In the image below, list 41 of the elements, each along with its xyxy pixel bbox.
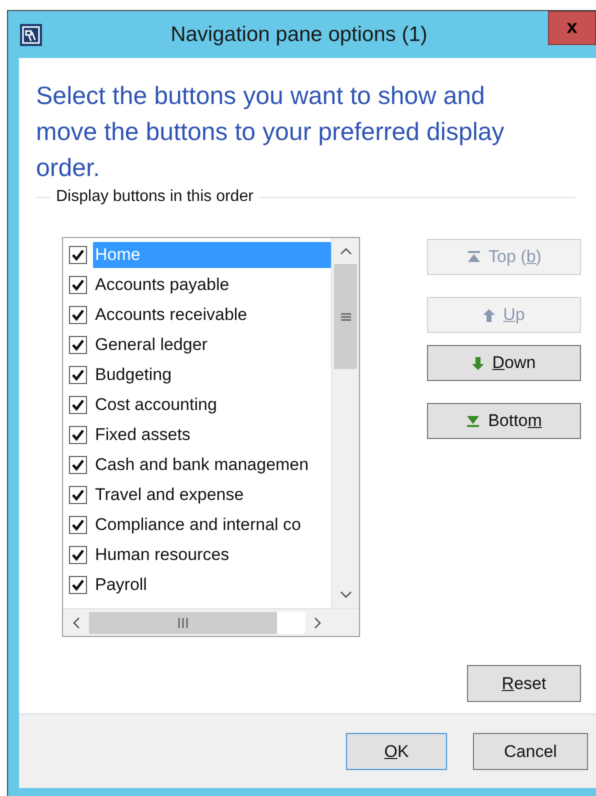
list-item[interactable]: Budgeting xyxy=(93,362,331,388)
list-item[interactable]: Accounts receivable xyxy=(93,302,331,328)
group-label: Display buttons in this order xyxy=(56,188,254,206)
move-button[interactable]: Down xyxy=(427,345,581,381)
list-item[interactable]: Payroll xyxy=(93,572,331,598)
list-item[interactable]: Human resources xyxy=(93,542,331,568)
list-item[interactable]: Fixed assets xyxy=(93,422,331,448)
list-item[interactable]: Cost accounting xyxy=(93,392,331,418)
vertical-scrollbar[interactable] xyxy=(331,238,359,608)
move-button[interactable]: Bottom xyxy=(427,403,581,439)
list-item[interactable]: Compliance and internal co xyxy=(93,512,331,538)
checkbox[interactable] xyxy=(69,246,87,264)
checkbox[interactable] xyxy=(69,336,87,354)
window-title: Navigation pane options (1) xyxy=(170,22,428,46)
close-button[interactable]: x xyxy=(548,11,596,45)
scroll-thumb[interactable] xyxy=(89,612,277,634)
scroll-thumb[interactable] xyxy=(334,264,357,369)
checkbox[interactable] xyxy=(69,276,87,294)
dialog-button[interactable]: Cancel xyxy=(473,733,588,770)
checkbox[interactable] xyxy=(69,426,87,444)
checkbox[interactable] xyxy=(69,366,87,384)
checkbox[interactable] xyxy=(69,396,87,414)
reset-button[interactable]: Reset xyxy=(467,665,581,702)
checkbox[interactable] xyxy=(69,486,87,504)
list-item[interactable]: Travel and expense xyxy=(93,482,331,508)
list-item[interactable]: Cash and bank managemen xyxy=(93,452,331,478)
checkbox[interactable] xyxy=(69,546,87,564)
move-bottom-icon xyxy=(466,415,480,427)
checkbox[interactable] xyxy=(69,516,87,534)
instruction-text: Select the buttons you want to show and move the buttons to your preferred display order. xyxy=(36,81,506,184)
move-top-icon xyxy=(466,251,481,263)
list-item[interactable]: Accounts payable xyxy=(93,272,331,298)
arrow-up-icon xyxy=(483,308,496,322)
checkbox[interactable] xyxy=(69,306,87,324)
list-item[interactable]: General ledger xyxy=(93,332,331,358)
app-icon xyxy=(20,24,42,46)
horizontal-scrollbar[interactable] xyxy=(63,608,359,636)
arrow-down-icon xyxy=(472,356,484,370)
dialog-button[interactable]: OK xyxy=(346,733,447,770)
checkbox[interactable] xyxy=(69,456,87,474)
checkbox[interactable] xyxy=(69,576,87,594)
